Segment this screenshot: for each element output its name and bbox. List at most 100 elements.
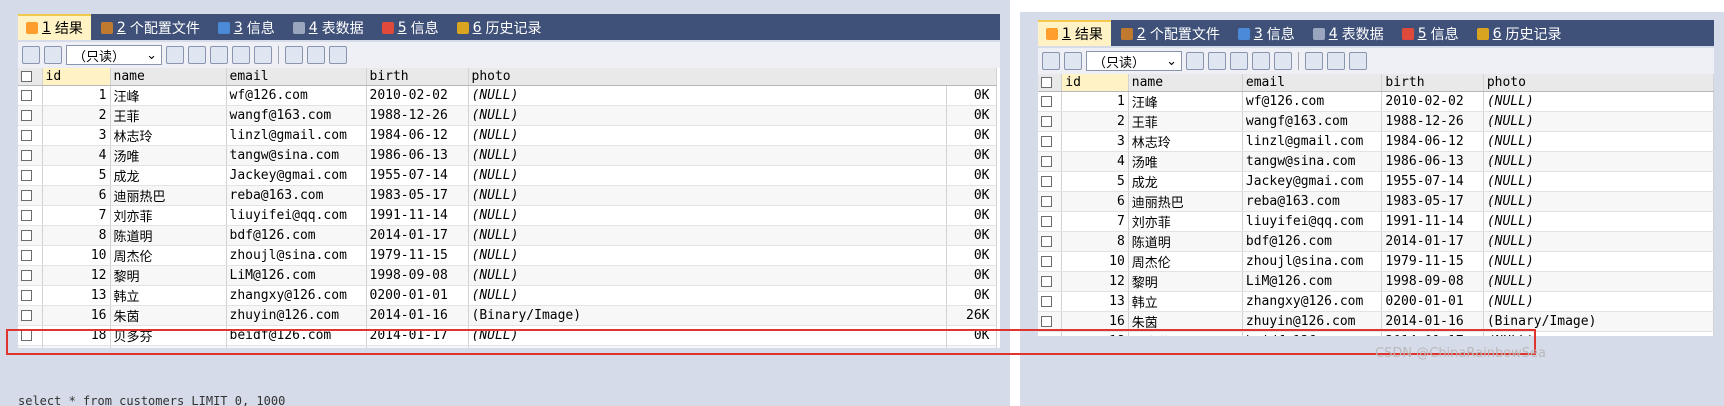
cell-email[interactable]: nazha126@.com <box>226 345 367 348</box>
tab-5[interactable]: 5 信息 <box>1394 22 1467 46</box>
cell-birth[interactable]: 2014-01-17 <box>1381 231 1484 252</box>
table-row[interactable]: 2 王菲 wangf@163.com 1988-12-26 (NULL) 0K <box>18 105 997 126</box>
cell-photo[interactable]: (NULL) <box>1483 91 1714 112</box>
cell-photo[interactable]: (NULL) <box>468 205 947 226</box>
cell-birth[interactable]: 2010-02-02 <box>1381 91 1484 112</box>
table-row[interactable]: 16 朱茵 zhuyin@126.com 2014-01-16 (Binary/Imag… <box>1038 311 1714 332</box>
cell-id[interactable]: 1 <box>1061 91 1129 112</box>
column-header-id[interactable]: id <box>42 68 111 86</box>
grid-view-icon[interactable] <box>285 46 303 64</box>
cell-photo[interactable]: (NULL) <box>468 325 947 346</box>
row-checkbox[interactable] <box>1041 316 1052 327</box>
cell-name[interactable]: 贝多芬 <box>110 325 227 346</box>
row-checkbox[interactable] <box>1041 216 1052 227</box>
cell-birth[interactable]: 2014-01-17 <box>366 225 469 246</box>
cell-name[interactable]: 汪峰 <box>1128 91 1243 112</box>
readonly-mode-select[interactable]: （只读） ⌄ <box>1086 51 1182 71</box>
row-select-cell[interactable] <box>1038 171 1063 192</box>
cell-email[interactable]: zhangxy@126.com <box>1242 291 1383 312</box>
table-row[interactable]: 10 周杰伦 zhoujl@sina.com 1979-11-15 (NULL) <box>1038 251 1714 272</box>
table-row[interactable]: 13 韩立 zhangxy@126.com 0200-01-01 (NULL) <box>1038 291 1714 312</box>
cell-photo[interactable]: (Binary/Image) <box>468 305 947 326</box>
cell-id[interactable]: 7 <box>1061 211 1129 232</box>
cell-id[interactable]: 16 <box>1061 311 1129 332</box>
row-select-cell[interactable] <box>18 145 43 166</box>
cell-name[interactable]: 林志玲 <box>1128 131 1243 152</box>
cell-name[interactable]: 成龙 <box>110 165 227 186</box>
row-checkbox[interactable] <box>21 310 32 321</box>
cell-id[interactable]: 13 <box>1061 291 1129 312</box>
cell-photo[interactable]: (NULL) <box>1483 131 1714 152</box>
cell-birth[interactable]: 1979-11-15 <box>1381 251 1484 272</box>
cell-name[interactable]: 周杰伦 <box>110 245 227 266</box>
cell-email[interactable]: bdf@126.com <box>1242 231 1383 252</box>
cell-email[interactable]: zhoujl@sina.com <box>226 245 367 266</box>
table-row[interactable]: 19哪吒nazha126@.com1000-01-01(NULL)0K <box>18 345 997 348</box>
cell-birth[interactable]: 1998-09-08 <box>1381 271 1484 292</box>
row-select-cell[interactable] <box>18 245 43 266</box>
select-all-header[interactable] <box>18 68 43 86</box>
table-row[interactable]: 7 刘亦菲 liuyifei@qq.com 1991-11-14 (NULL) <box>1038 211 1714 232</box>
cell-id[interactable]: 3 <box>1061 131 1129 152</box>
cell-id[interactable]: 8 <box>42 225 111 246</box>
row-select-cell[interactable] <box>18 305 43 326</box>
cell-name[interactable]: 黎明 <box>110 265 227 286</box>
table-row[interactable]: 18贝多芬beidf@126.com2014-01-17(NULL) <box>1038 331 1714 336</box>
row-select-cell[interactable] <box>18 345 43 348</box>
row-select-cell[interactable] <box>1038 311 1063 332</box>
row-checkbox[interactable] <box>21 290 32 301</box>
cell-name[interactable]: 韩立 <box>1128 291 1243 312</box>
cell-photo[interactable]: (NULL) <box>1483 191 1714 212</box>
cell-id[interactable]: 4 <box>42 145 111 166</box>
row-checkbox[interactable] <box>1041 256 1052 267</box>
cell-birth[interactable]: 1983-05-17 <box>366 185 469 206</box>
cell-email[interactable]: wangf@163.com <box>226 105 367 126</box>
row-checkbox[interactable] <box>21 270 32 281</box>
cell-photo[interactable]: (NULL) <box>1483 251 1714 272</box>
row-select-cell[interactable] <box>18 285 43 306</box>
cell-name[interactable]: 汤唯 <box>110 145 227 166</box>
row-checkbox[interactable] <box>21 190 32 201</box>
cell-birth[interactable]: 1984-06-12 <box>366 125 469 146</box>
cell-id[interactable]: 2 <box>42 105 111 126</box>
cell-name[interactable]: 陈道明 <box>110 225 227 246</box>
select-all-checkbox[interactable] <box>21 71 32 82</box>
cell-email[interactable]: tangw@sina.com <box>226 145 367 166</box>
cell-email[interactable]: liuyifei@qq.com <box>1242 211 1383 232</box>
row-checkbox[interactable] <box>1041 156 1052 167</box>
cell-id[interactable]: 3 <box>42 125 111 146</box>
table-row[interactable]: 8 陈道明 bdf@126.com 2014-01-17 (NULL) <box>1038 231 1714 252</box>
cell-birth[interactable]: 2010-02-02 <box>366 85 469 106</box>
cell-id[interactable]: 18 <box>1061 331 1129 336</box>
tab-1[interactable]: 1 结果 <box>1038 20 1111 46</box>
cell-name[interactable]: 贝多芬 <box>1128 331 1243 336</box>
row-checkbox[interactable] <box>1041 136 1052 147</box>
row-select-cell[interactable] <box>1038 331 1063 336</box>
cell-name[interactable]: 陈道明 <box>1128 231 1243 252</box>
cell-photo[interactable]: (NULL) <box>468 285 947 306</box>
row-checkbox[interactable] <box>21 90 32 101</box>
table-row[interactable]: 4 汤唯 tangw@sina.com 1986-06-13 (NULL) <box>1038 151 1714 172</box>
tab-3[interactable]: 3 信息 <box>1230 22 1303 46</box>
cell-birth[interactable]: 1983-05-17 <box>1381 191 1484 212</box>
delete-icon[interactable] <box>232 46 250 64</box>
tab-4[interactable]: 4 表数据 <box>1305 22 1392 46</box>
cell-email[interactable]: linzl@gmail.com <box>226 125 367 146</box>
cell-id[interactable]: 6 <box>1061 191 1129 212</box>
cell-email[interactable]: zhangxy@126.com <box>226 285 367 306</box>
insert-row-icon[interactable] <box>1186 52 1204 70</box>
cell-name[interactable]: 汤唯 <box>1128 151 1243 172</box>
cell-photo[interactable]: (NULL) <box>468 85 947 106</box>
cell-name[interactable]: 朱茵 <box>1128 311 1243 332</box>
row-checkbox[interactable] <box>1041 116 1052 127</box>
cell-birth[interactable]: 0200-01-01 <box>1381 291 1484 312</box>
cell-id[interactable]: 16 <box>42 305 111 326</box>
readonly-mode-select[interactable]: （只读） ⌄ <box>66 45 162 65</box>
row-select-cell[interactable] <box>18 85 43 106</box>
row-checkbox[interactable] <box>21 330 32 341</box>
table-row[interactable]: 13 韩立 zhangxy@126.com 0200-01-01 (NULL) 0K <box>18 285 997 306</box>
cell-id[interactable]: 7 <box>42 205 111 226</box>
table-row[interactable]: 5 成龙 Jackey@gmai.com 1955-07-14 (NULL) 0K <box>18 165 997 186</box>
cell-id[interactable]: 2 <box>1061 111 1129 132</box>
cell-photo[interactable]: (NULL) <box>468 125 947 146</box>
